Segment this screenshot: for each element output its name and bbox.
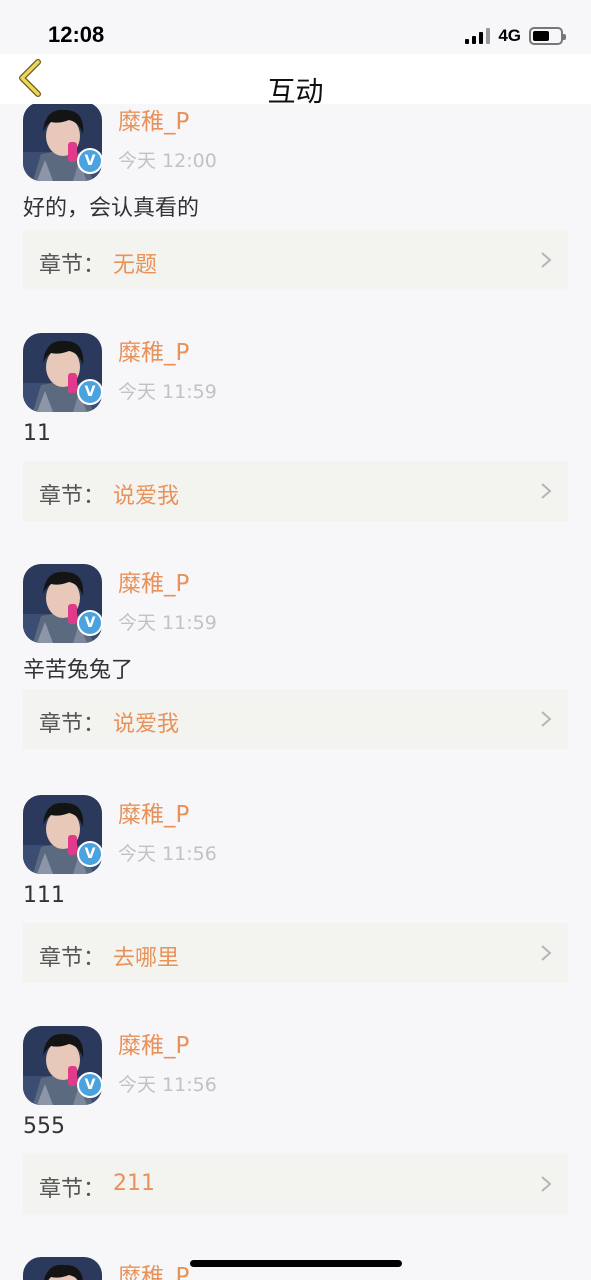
avatar[interactable]: V (23, 1026, 103, 1105)
comment-time: 今天 11:56 (118, 1074, 217, 1096)
chapter-label: 章节： (39, 253, 106, 278)
status-time: 12:08 (48, 22, 105, 47)
verified-icon: V (77, 379, 103, 405)
avatar[interactable] (23, 1257, 102, 1280)
verified-icon: V (77, 1072, 103, 1098)
chapter-label: 章节： (39, 1177, 106, 1202)
user-name[interactable]: 糜稚_P (118, 1026, 189, 1060)
chapter-link[interactable]: 章节： 说爱我 (23, 461, 568, 521)
comment-item: V 糜稚_P 今天 11:59 11 章节： 说爱我 (0, 321, 591, 552)
screen: V 糜稚_P 今天 12:00 好的，会认真看的 章节： 无题 V 糜稚_P 今… (0, 0, 591, 1280)
comment-item: V 糜稚_P 今天 11:56 555 章节： 211 (0, 1014, 591, 1245)
chapter-name: 说爱我 (113, 484, 180, 509)
page-title: 互动 (267, 75, 324, 108)
chapter-link[interactable]: 章节： 211 (23, 1154, 568, 1214)
chapter-link[interactable]: 章节： 去哪里 (23, 923, 568, 983)
chapter-label: 章节： (39, 484, 106, 509)
battery-icon (529, 27, 566, 45)
avatar[interactable]: V (23, 102, 103, 181)
user-name[interactable]: 糜稚_P (118, 1257, 189, 1280)
chevron-right-icon (541, 252, 552, 268)
comment-text: 555 (23, 1114, 65, 1139)
nav-bar: 互动 (0, 54, 591, 108)
comment-text: 111 (23, 883, 65, 908)
chapter-label: 章节： (39, 946, 106, 971)
status-indicators: 4G (465, 26, 566, 46)
avatar[interactable]: V (23, 564, 103, 643)
comment-text: 辛苦兔兔了 (23, 658, 134, 683)
network-label: 4G (498, 26, 521, 45)
verified-icon: V (77, 610, 103, 636)
status-bar: 12:08 4G (0, 0, 591, 54)
comment-text: 好的，会认真看的 (23, 196, 200, 221)
comment-time: 今天 11:59 (118, 612, 217, 634)
chapter-name: 说爱我 (113, 712, 180, 737)
comment-item: V 糜稚_P 今天 12:00 好的，会认真看的 章节： 无题 (0, 90, 591, 321)
chapter-link[interactable]: 章节： 无题 (23, 230, 568, 290)
chevron-right-icon (541, 483, 552, 499)
chevron-right-icon (541, 711, 552, 727)
comment-item: V 糜稚_P 今天 11:56 111 章节： 去哪里 (0, 783, 591, 1014)
verified-icon: V (77, 841, 103, 867)
user-name[interactable]: 糜稚_P (118, 564, 189, 598)
comment-item: V 糜稚_P 今天 11:59 辛苦兔兔了 章节： 说爱我 (0, 552, 591, 783)
chapter-name: 无题 (113, 253, 158, 278)
chapter-link[interactable]: 章节： 说爱我 (23, 689, 568, 749)
user-name[interactable]: 糜稚_P (118, 795, 189, 829)
home-indicator[interactable] (190, 1260, 402, 1267)
chapter-name: 211 (113, 1171, 155, 1196)
signal-icon (465, 28, 491, 44)
chevron-right-icon (541, 1176, 552, 1192)
comment-time: 今天 11:59 (118, 381, 217, 403)
verified-icon: V (77, 148, 103, 174)
comment-time: 今天 12:00 (118, 150, 217, 172)
avatar[interactable]: V (23, 333, 103, 412)
chapter-name: 去哪里 (113, 946, 180, 971)
chapter-label: 章节： (39, 712, 106, 737)
comment-text: 11 (23, 421, 51, 446)
avatar-image (23, 1257, 102, 1280)
user-name[interactable]: 糜稚_P (118, 333, 189, 367)
comment-list[interactable]: V 糜稚_P 今天 12:00 好的，会认真看的 章节： 无题 V 糜稚_P 今… (0, 90, 591, 1280)
comment-time: 今天 11:56 (118, 843, 217, 865)
avatar[interactable]: V (23, 795, 103, 874)
chevron-right-icon (541, 945, 552, 961)
